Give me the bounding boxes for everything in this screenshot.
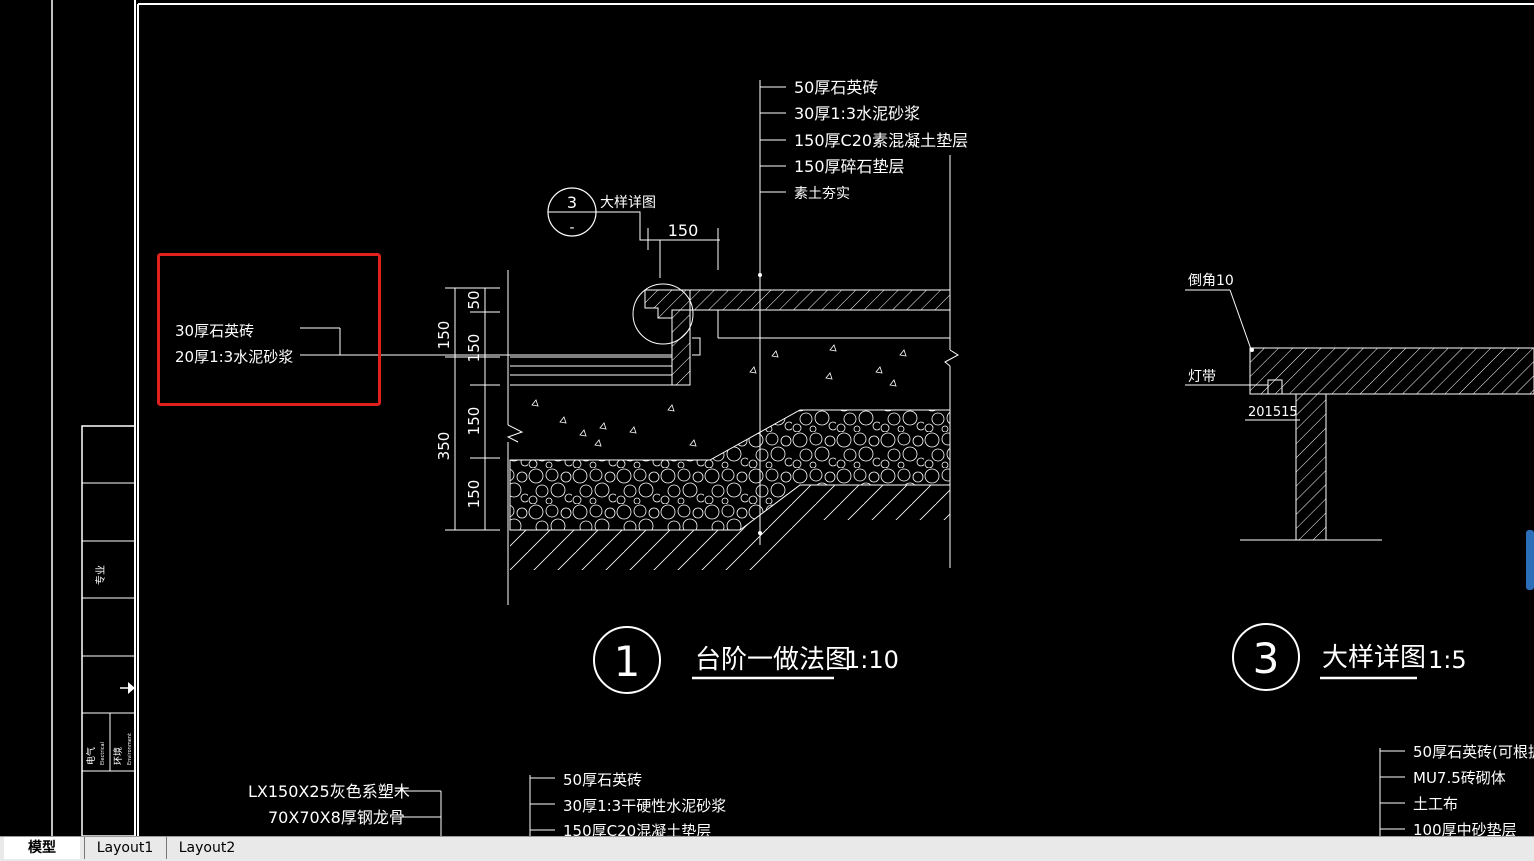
cad-drawing[interactable]: 专业 电气 Electrical 环境 Environment 50厚石英砖 3… — [0, 0, 1534, 836]
title3-number: 3 — [1253, 634, 1280, 683]
titleblock-label-environment: 环境 — [112, 747, 124, 765]
detail-title-3: 3 大样详图 1:5 — [1232, 623, 1467, 691]
bottom-left-callout: LX150X25灰色系塑木 70X70X8厚钢龙骨 — [248, 782, 442, 836]
layer-label-bm-1: 50厚石英砖 — [563, 771, 642, 789]
detail-ref-sub: - — [569, 220, 574, 236]
layer-label-br-3: 土工布 — [1413, 795, 1458, 813]
layer-label-br-4: 100厚中砂垫层 — [1413, 821, 1517, 836]
title1-number: 1 — [614, 637, 641, 686]
detail-3-section: 倒角10 灯带 201515 — [1185, 273, 1534, 541]
dim-step-width: 150 — [668, 221, 699, 240]
light-strip-label: 灯带 — [1188, 369, 1216, 385]
titleblock-label-professional: 专业 — [94, 565, 107, 585]
dim-left-350: 350 — [435, 432, 453, 461]
dim-inner-50: 50 — [465, 290, 483, 309]
drawing-canvas[interactable]: 专业 电气 Electrical 环境 Environment 50厚石英砖 3… — [0, 0, 1534, 836]
titleblock-label-electrical: 电气 — [85, 747, 97, 765]
layer-label-bm-2: 30厚1:3干硬性水泥砂浆 — [563, 797, 726, 815]
dim-inner-150-a: 150 — [465, 334, 483, 363]
vertical-scrollbar-thumb[interactable] — [1526, 530, 1534, 590]
layer-label-top-1: 50厚石英砖 — [794, 78, 878, 97]
title1-scale: 1:10 — [845, 646, 899, 674]
chamfer-label: 倒角10 — [1188, 273, 1234, 289]
title-block: 专业 电气 Electrical 环境 Environment — [81, 425, 136, 836]
layer-label-left-2: 20厚1:3水泥砂浆 — [175, 348, 293, 366]
tab-layout1[interactable]: Layout1 — [84, 837, 165, 859]
layer-label-bm-3: 150厚C20混凝土垫层 — [563, 822, 711, 836]
cad-cursor-arrow — [120, 682, 135, 694]
step-section-detail: 50厚石英砖 30厚1:3水泥砂浆 150厚C20素混凝土垫层 150厚碎石垫层… — [157, 78, 968, 605]
titleblock-label-environment-en: Environment — [127, 733, 133, 765]
layer-label-top-2: 30厚1:3水泥砂浆 — [794, 104, 920, 123]
tab-layout2[interactable]: Layout2 — [166, 837, 247, 859]
bottom-right-callout: 50厚石英砖(可根据实 MU7.5砖砌体 土工布 100厚中砂垫层 — [1379, 743, 1534, 836]
detail-ref-number: 3 — [567, 193, 577, 212]
layer-label-bl-1: LX150X25灰色系塑木 — [248, 782, 410, 801]
layer-label-br-1: 50厚石英砖(可根据实 — [1413, 743, 1534, 761]
dim-inner-150-c: 150 — [465, 480, 483, 509]
layer-label-br-2: MU7.5砖砌体 — [1413, 769, 1506, 787]
title1-text: 台阶一做法图 — [695, 645, 851, 675]
detail-ref-label: 大样详图 — [600, 195, 656, 211]
bottom-mid-callout: 50厚石英砖 30厚1:3干硬性水泥砂浆 150厚C20混凝土垫层 — [529, 771, 726, 836]
layer-label-left-1: 30厚石英砖 — [175, 322, 254, 340]
dim-left-150: 150 — [435, 321, 453, 350]
layer-label-top-4: 150厚碎石垫层 — [794, 157, 905, 176]
titleblock-label-electrical-en: Electrical — [100, 742, 106, 765]
layer-label-top-3: 150厚C20素混凝土垫层 — [794, 131, 968, 150]
layer-label-bl-2: 70X70X8厚钢龙骨 — [268, 808, 405, 827]
layer-label-top-5: 素土夯实 — [794, 186, 850, 202]
title3-text: 大样详图 — [1322, 643, 1426, 673]
detail3-dims: 201515 — [1248, 405, 1298, 420]
layout-tab-bar: 模型 Layout1 Layout2 — [0, 836, 1534, 861]
dim-inner-150-b: 150 — [465, 407, 483, 436]
title3-scale: 1:5 — [1428, 646, 1467, 674]
detail-title-1: 1 台阶一做法图 1:10 — [593, 626, 899, 694]
tab-model[interactable]: 模型 — [4, 837, 80, 859]
